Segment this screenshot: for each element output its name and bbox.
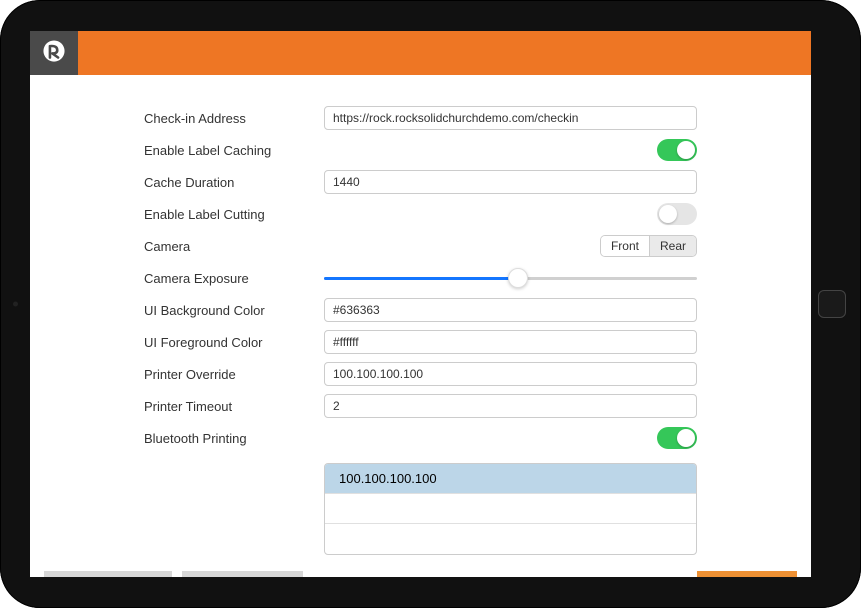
camera-exposure-slider[interactable] xyxy=(324,267,697,289)
enable-label-cutting-toggle[interactable] xyxy=(657,203,697,225)
checkin-address-input[interactable] xyxy=(324,106,697,130)
camera-segmented: Front Rear xyxy=(600,235,697,257)
printer-list-item-1[interactable] xyxy=(325,494,696,524)
ui-fg-color-input[interactable] xyxy=(324,330,697,354)
label-ui-bg-color: UI Background Color xyxy=(144,303,324,318)
row-printer-timeout: Printer Timeout xyxy=(144,393,697,419)
label-enable-label-caching: Enable Label Caching xyxy=(144,143,324,158)
row-camera: Camera Front Rear xyxy=(144,233,697,259)
row-enable-label-cutting: Enable Label Cutting xyxy=(144,201,697,227)
row-bluetooth-printing: Bluetooth Printing xyxy=(144,425,697,451)
label-printer-timeout: Printer Timeout xyxy=(144,399,324,414)
settings-form: Check-in Address Enable Label Caching Ca… xyxy=(44,105,797,561)
label-cache-duration: Cache Duration xyxy=(144,175,324,190)
row-enable-label-caching: Enable Label Caching xyxy=(144,137,697,163)
label-bluetooth-printing: Bluetooth Printing xyxy=(144,431,324,446)
label-camera-exposure: Camera Exposure xyxy=(144,271,324,286)
printer-list-item-0[interactable]: 100.100.100.100 xyxy=(325,464,696,494)
row-cache-duration: Cache Duration xyxy=(144,169,697,195)
content-area: Check-in Address Enable Label Caching Ca… xyxy=(30,75,811,577)
header-bar xyxy=(30,31,811,75)
enable-label-caching-toggle[interactable] xyxy=(657,139,697,161)
tablet-frame: Check-in Address Enable Label Caching Ca… xyxy=(0,0,861,608)
print-test-label-button[interactable]: Print Test Label xyxy=(182,571,303,577)
row-ui-bg-color: UI Background Color xyxy=(144,297,697,323)
printer-list-item-2[interactable] xyxy=(325,524,696,554)
rock-logo-icon xyxy=(41,38,67,69)
camera-option-rear[interactable]: Rear xyxy=(650,236,696,256)
row-checkin-address: Check-in Address xyxy=(144,105,697,131)
ui-bg-color-input[interactable] xyxy=(324,298,697,322)
footer-bar: Reload Check-in Print Test Label Close xyxy=(44,561,797,577)
screen: Check-in Address Enable Label Caching Ca… xyxy=(30,31,811,577)
printer-list: 100.100.100.100 xyxy=(324,463,697,555)
label-camera: Camera xyxy=(144,239,324,254)
logo-box xyxy=(30,31,78,75)
bluetooth-printing-toggle[interactable] xyxy=(657,427,697,449)
label-printer-override: Printer Override xyxy=(144,367,324,382)
reload-checkin-button[interactable]: Reload Check-in xyxy=(44,571,172,577)
label-ui-fg-color: UI Foreground Color xyxy=(144,335,324,350)
label-checkin-address: Check-in Address xyxy=(144,111,324,126)
row-printer-list: 100.100.100.100 xyxy=(144,457,697,555)
camera-option-front[interactable]: Front xyxy=(601,236,650,256)
cache-duration-input[interactable] xyxy=(324,170,697,194)
printer-override-input[interactable] xyxy=(324,362,697,386)
printer-timeout-input[interactable] xyxy=(324,394,697,418)
close-button[interactable]: Close xyxy=(697,571,797,577)
label-enable-label-cutting: Enable Label Cutting xyxy=(144,207,324,222)
row-ui-fg-color: UI Foreground Color xyxy=(144,329,697,355)
row-camera-exposure: Camera Exposure xyxy=(144,265,697,291)
row-printer-override: Printer Override xyxy=(144,361,697,387)
